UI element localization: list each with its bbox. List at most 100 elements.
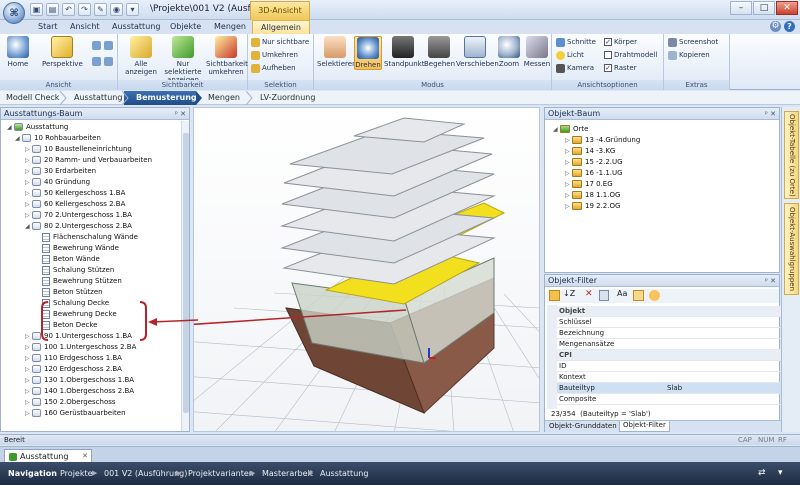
- pin-close-icons[interactable]: ᵖ ✕: [765, 275, 776, 287]
- property-row[interactable]: Kontext: [557, 372, 783, 383]
- expander-icon[interactable]: ▷: [25, 188, 32, 199]
- app-menu-button[interactable]: ⌘: [3, 2, 25, 24]
- tab-ansicht[interactable]: Ansicht: [62, 20, 108, 34]
- verschieben-button[interactable]: Verschieben: [456, 36, 499, 68]
- object-tree-item[interactable]: ▷ 19 2.2.OG: [565, 201, 620, 212]
- tree-item[interactable]: Beton Wände: [35, 254, 100, 265]
- licht-button[interactable]: Licht: [556, 50, 584, 61]
- sichtbarkeit-umkehren-button[interactable]: Sichtbarkeit umkehren: [206, 36, 248, 76]
- tree-item[interactable]: ▷ 20 Ramm- und Verbauarbeiten: [25, 155, 152, 166]
- kamera-button[interactable]: Kamera: [556, 63, 594, 74]
- expander-icon[interactable]: ▷: [565, 190, 572, 201]
- schnitte-button[interactable]: Schnitte: [556, 37, 596, 48]
- selektion-umkehren-button[interactable]: Umkehren: [251, 50, 298, 61]
- minimize-button[interactable]: –: [730, 1, 752, 15]
- tree-item[interactable]: ▷ 150 2.Obergeschoss: [25, 397, 116, 408]
- tree-item[interactable]: Bewehrung Stützen: [35, 276, 122, 287]
- tree-item[interactable]: ▷ 60 Kellergeschoss 2.BA: [25, 199, 125, 210]
- tree-item[interactable]: ▷ 130 1.Obergeschoss 1.BA: [25, 375, 134, 386]
- tree-item[interactable]: Flächenschalung Wände: [35, 232, 138, 243]
- filter-active-icon[interactable]: [633, 290, 644, 301]
- expander-icon[interactable]: ▷: [25, 364, 32, 375]
- nur-sichtbare-button[interactable]: Nur sichtbare: [251, 37, 309, 48]
- tree-item[interactable]: Beton Stützen: [35, 287, 103, 298]
- tools-icon[interactable]: ✎: [94, 3, 107, 16]
- sort-az-icon[interactable]: ↓Z: [563, 289, 575, 298]
- drehen-button[interactable]: Drehen: [354, 36, 382, 70]
- tree-item[interactable]: ▷ 30 Erdarbeiten: [25, 166, 96, 177]
- breadcrumb-ausstattung[interactable]: Ausstattung: [320, 462, 368, 485]
- alle-anzeigen-button[interactable]: Alle anzeigen: [124, 36, 158, 76]
- property-row[interactable]: Bezeichnung: [557, 328, 783, 339]
- object-tree-item[interactable]: ▷ 13 -4.Gründung: [565, 135, 640, 146]
- expander-icon[interactable]: ▷: [25, 177, 32, 188]
- tree-item[interactable]: Schalung Stützen: [35, 265, 114, 276]
- tab-objekt-tabelle[interactable]: Objekt-Tabelle (zu Orte): [784, 111, 799, 199]
- tree-item[interactable]: ▷ 160 Gerüstbauarbeiten: [25, 408, 126, 419]
- fit-button[interactable]: [92, 56, 103, 67]
- screenshot-button[interactable]: Screenshot: [668, 37, 718, 48]
- property-value[interactable]: Slab: [667, 383, 682, 394]
- maximize-button[interactable]: □: [753, 1, 775, 15]
- tree-item[interactable]: ◢ 80 2.Untergeschoss 2.BA: [25, 221, 132, 232]
- font-icon[interactable]: Aa: [617, 289, 627, 298]
- tab-ausstattung[interactable]: Ausstattung: [104, 20, 168, 34]
- breadcrumb-projektvarianten[interactable]: Projektvarianten: [188, 462, 254, 485]
- undo-icon[interactable]: ↶: [62, 3, 75, 16]
- breadcrumb-project[interactable]: 001 V2 (Ausführung): [104, 462, 187, 485]
- property-category[interactable]: Objekt: [557, 306, 783, 317]
- begehen-button[interactable]: Begehen: [424, 36, 455, 68]
- object-tree-item[interactable]: ▷ 15 -2.2.UG: [565, 157, 623, 168]
- document-tab-ausstattung[interactable]: Ausstattung ✕: [4, 449, 92, 463]
- perspektive-button[interactable]: Perspektive: [42, 36, 83, 68]
- tree-item[interactable]: ◢ Ausstattung: [7, 122, 68, 133]
- tree-item[interactable]: ▷ 140 1.Obergeschoss 2.BA: [25, 386, 134, 397]
- tree-root[interactable]: ◢ Orte: [553, 124, 588, 135]
- tab-start[interactable]: Start: [30, 20, 66, 34]
- property-row[interactable]: Composite: [557, 394, 783, 405]
- selektion-aufheben-button[interactable]: Aufheben: [251, 63, 296, 74]
- fit-all-button[interactable]: [104, 56, 115, 67]
- property-row[interactable]: ID: [557, 361, 783, 372]
- breadcrumb-masterarbeit[interactable]: Masterarbeit: [262, 462, 313, 485]
- expander-icon[interactable]: ▷: [565, 201, 572, 212]
- expander-icon[interactable]: ▷: [25, 155, 32, 166]
- object-tree-item[interactable]: ▷ 18 1.1.OG: [565, 190, 620, 201]
- raster-checkbox[interactable]: ✓ Raster: [604, 63, 637, 74]
- tree-item[interactable]: ▷ 40 Gründung: [25, 177, 90, 188]
- property-row[interactable]: Mengenansätze: [557, 339, 783, 350]
- object-tree-item[interactable]: ▷ 17 0.EG: [565, 179, 613, 190]
- expander-icon[interactable]: ▷: [565, 179, 572, 190]
- tab-objekte[interactable]: Objekte: [162, 20, 209, 34]
- object-tree-item[interactable]: ▷ 16 -1.1.UG: [565, 168, 623, 179]
- koerper-checkbox[interactable]: ✓ Körper: [604, 37, 637, 48]
- redo-icon[interactable]: ↷: [78, 3, 91, 16]
- kopieren-button[interactable]: Kopieren: [668, 50, 710, 61]
- expander-icon[interactable]: ▷: [25, 386, 32, 397]
- expander-icon[interactable]: ◢: [7, 122, 14, 133]
- messen-button[interactable]: Messen: [522, 36, 552, 68]
- folder-icon[interactable]: ▤: [46, 3, 59, 16]
- globe-icon[interactable]: ◉: [110, 3, 123, 16]
- nav-menu-icon[interactable]: ▾: [778, 462, 783, 485]
- page-icon[interactable]: [599, 290, 609, 301]
- settings-icon[interactable]: ⚙: [770, 21, 781, 32]
- expander-icon[interactable]: ▷: [565, 157, 572, 168]
- tab-objekt-auswahlgruppen[interactable]: Objekt-Auswahlgruppen: [784, 203, 799, 295]
- expander-icon[interactable]: ◢: [25, 221, 32, 232]
- drahtmodell-checkbox[interactable]: Drahtmodell: [604, 50, 657, 61]
- scroll-thumb[interactable]: [183, 133, 189, 413]
- expander-icon[interactable]: ▷: [25, 375, 32, 386]
- tab-allgemein[interactable]: Allgemein: [252, 20, 310, 34]
- expander-icon[interactable]: ▷: [25, 144, 32, 155]
- tab-objekt-filter[interactable]: Objekt-Filter: [619, 421, 670, 432]
- standpunkt-button[interactable]: Standpunkt: [384, 36, 424, 68]
- pin-close-icons[interactable]: ᵖ ✕: [175, 108, 186, 120]
- tree-item[interactable]: ▷ 10 Baustelleneinrichtung: [25, 144, 132, 155]
- zoom-button[interactable]: Zoom: [496, 36, 522, 68]
- expander-icon[interactable]: ▷: [25, 353, 32, 364]
- pin-close-icons[interactable]: ᵖ ✕: [765, 108, 776, 120]
- expander-icon[interactable]: ▷: [565, 135, 572, 146]
- expander-icon[interactable]: ▷: [25, 331, 32, 342]
- tree-item[interactable]: ▷ 70 2.Untergeschoss 1.BA: [25, 210, 132, 221]
